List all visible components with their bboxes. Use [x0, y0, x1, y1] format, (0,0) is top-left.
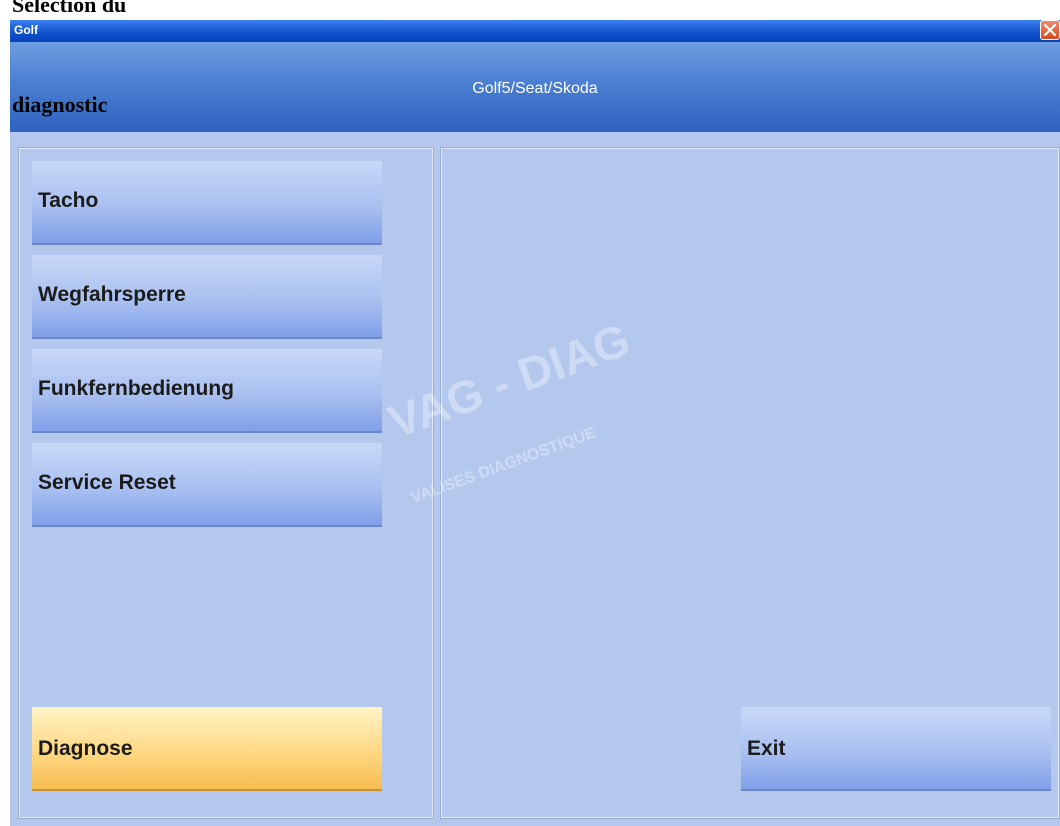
close-button[interactable] — [1040, 20, 1060, 40]
wegfahrsperre-button-label: Wegfahrsperre — [38, 283, 186, 306]
header-banner: Golf5/Seat/Skoda — [10, 42, 1060, 132]
caption-line-1: Selection du — [12, 0, 127, 17]
tacho-button[interactable]: Tacho — [32, 161, 382, 245]
wegfahrsperre-button[interactable]: Wegfahrsperre — [32, 255, 382, 339]
funkfernbedienung-button-label: Funkfernbedienung — [38, 377, 234, 400]
title-bar[interactable]: Golf — [10, 20, 1060, 42]
tacho-button-label: Tacho — [38, 189, 99, 212]
funkfernbedienung-button[interactable]: Funkfernbedienung — [32, 349, 382, 433]
screen: Selection du Golf Golf5/Seat/Skoda Tacho… — [0, 0, 1060, 826]
exit-button-label: Exit — [747, 737, 786, 760]
vehicle-title: Golf5/Seat/Skoda — [472, 80, 598, 97]
service-reset-button-label: Service Reset — [38, 471, 176, 494]
window-title: Golf — [14, 23, 38, 37]
service-reset-button[interactable]: Service Reset — [32, 443, 382, 527]
diagnose-button-label: Diagnose — [38, 737, 133, 760]
caption-line-2: diagnostic — [12, 92, 108, 117]
app-window: Golf Golf5/Seat/Skoda Tacho Wegfahrsperr… — [10, 20, 1060, 826]
exit-button[interactable]: Exit — [741, 707, 1051, 791]
close-icon — [1044, 24, 1056, 36]
diagnose-button[interactable]: Diagnose — [32, 707, 382, 791]
